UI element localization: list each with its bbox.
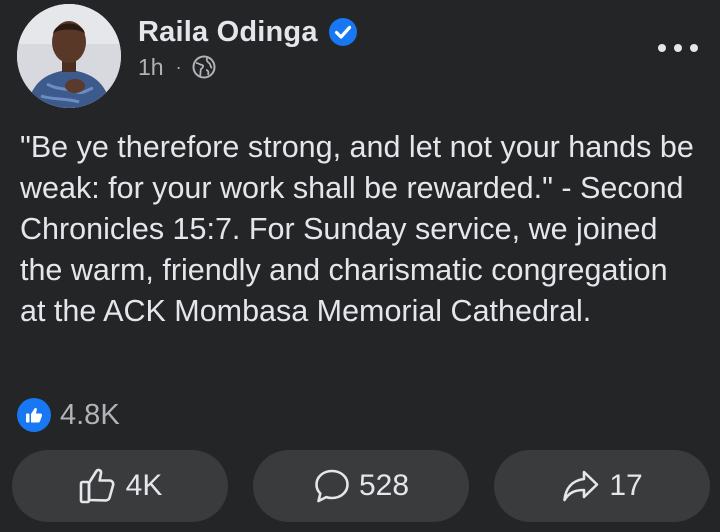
more-options-icon[interactable] — [658, 36, 698, 60]
comment-button[interactable]: 528 — [253, 450, 469, 522]
author-avatar[interactable] — [17, 4, 121, 108]
like-button[interactable]: 4K — [12, 450, 228, 522]
facebook-post: Raila Odinga 1h · "Be ye therefore stron… — [0, 0, 720, 532]
author-name-row: Raila Odinga — [138, 12, 358, 52]
more-dot — [658, 44, 666, 52]
post-timestamp[interactable]: 1h — [138, 54, 164, 81]
more-dot — [690, 44, 698, 52]
like-count: 4K — [125, 469, 163, 502]
globe-icon[interactable] — [192, 55, 216, 79]
share-icon — [563, 470, 599, 502]
author-name[interactable]: Raila Odinga — [138, 16, 318, 49]
comment-icon — [315, 469, 349, 503]
verified-badge-icon — [328, 18, 357, 46]
post-text: "Be ye therefore strong, and let not you… — [20, 130, 694, 328]
comment-count: 528 — [358, 469, 410, 502]
more-dot — [674, 44, 682, 52]
share-button[interactable]: 17 — [494, 450, 710, 522]
share-count: 17 — [609, 469, 643, 502]
meta-separator: · — [175, 56, 182, 77]
reactions-summary[interactable]: 4.8K — [17, 396, 120, 434]
like-reaction-icon — [17, 398, 51, 432]
action-bar: 4K 528 17 — [12, 450, 710, 522]
post-meta: 1h · — [138, 52, 216, 82]
reaction-count: 4.8K — [60, 398, 120, 431]
thumbs-up-icon — [79, 468, 115, 504]
